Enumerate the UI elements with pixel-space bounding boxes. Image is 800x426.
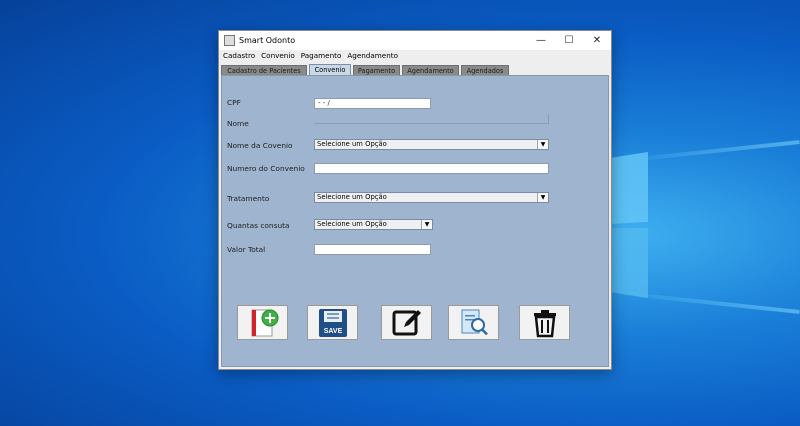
nome-label: Nome [227,119,249,128]
menu-cadastro[interactable]: Cadastro [223,51,255,60]
trash-icon [533,309,556,337]
valor-total-label: Valor Total [227,245,266,254]
quantas-consulta-label: Quantas consuta [227,221,290,230]
maximize-button[interactable]: ☐ [555,31,583,50]
tab-agendamento[interactable]: Agendamento [402,65,459,75]
tab-pagamento[interactable]: Pagamento [353,65,400,75]
add-record-icon [251,309,278,336]
menu-convenio[interactable]: Convenio [261,51,295,60]
save-icon: SAVE [318,308,347,337]
app-window: Smart Odonto — ☐ ✕ Cadastro Convenio Pag… [218,30,612,370]
minimize-button[interactable]: — [527,31,555,50]
save-icon-text: SAVE [323,328,342,335]
tratamento-select[interactable]: Selecione um Opção ▼ [314,192,549,203]
add-button[interactable] [237,305,288,340]
tratamento-selected: Selecione um Opção [317,193,387,201]
tab-agendados[interactable]: Agendados [461,65,509,75]
nome-convenio-selected: Selecione um Opção [317,140,387,148]
title-bar: Smart Odonto — ☐ ✕ [219,31,611,50]
menu-agendamento[interactable]: Agendamento [347,51,398,60]
cpf-label: CPF [227,98,241,107]
nome-field[interactable] [314,114,549,124]
chevron-down-icon[interactable]: ▼ [537,140,548,149]
convenio-panel: CPF - - / Nome Nome da Covenio Selecione… [221,75,609,367]
valor-total-field[interactable] [314,244,431,255]
delete-button[interactable] [519,305,570,340]
numero-convenio-field[interactable] [314,163,549,174]
save-button[interactable]: SAVE [307,305,358,340]
numero-convenio-label: Numero do Convenio [227,164,305,173]
quantas-consulta-select[interactable]: Selecione um Opção ▼ [314,219,433,230]
tratamento-label: Tratamento [227,194,270,203]
java-app-icon [224,35,235,46]
window-title: Smart Odonto [239,36,296,45]
edit-icon [392,309,421,335]
nome-convenio-label: Nome da Covenio [227,141,293,150]
tab-strip: Cadastro de Pacientes Convenio Pagamento… [219,64,611,75]
cpf-field[interactable]: - - / [314,98,431,109]
chevron-down-icon[interactable]: ▼ [537,193,548,202]
edit-button[interactable] [381,305,432,340]
nome-convenio-select[interactable]: Selecione um Opção ▼ [314,139,549,150]
menu-pagamento[interactable]: Pagamento [301,51,342,60]
quantas-consulta-selected: Selecione um Opção [317,220,387,228]
windows-logo-icon [610,152,648,298]
chevron-down-icon[interactable]: ▼ [421,220,432,229]
search-button[interactable] [448,305,499,340]
menu-bar: Cadastro Convenio Pagamento Agendamento [219,50,611,61]
tab-cadastro-pacientes[interactable]: Cadastro de Pacientes [221,65,307,75]
close-button[interactable]: ✕ [583,31,611,50]
search-document-icon [461,309,488,335]
tab-convenio[interactable]: Convenio [309,64,351,75]
